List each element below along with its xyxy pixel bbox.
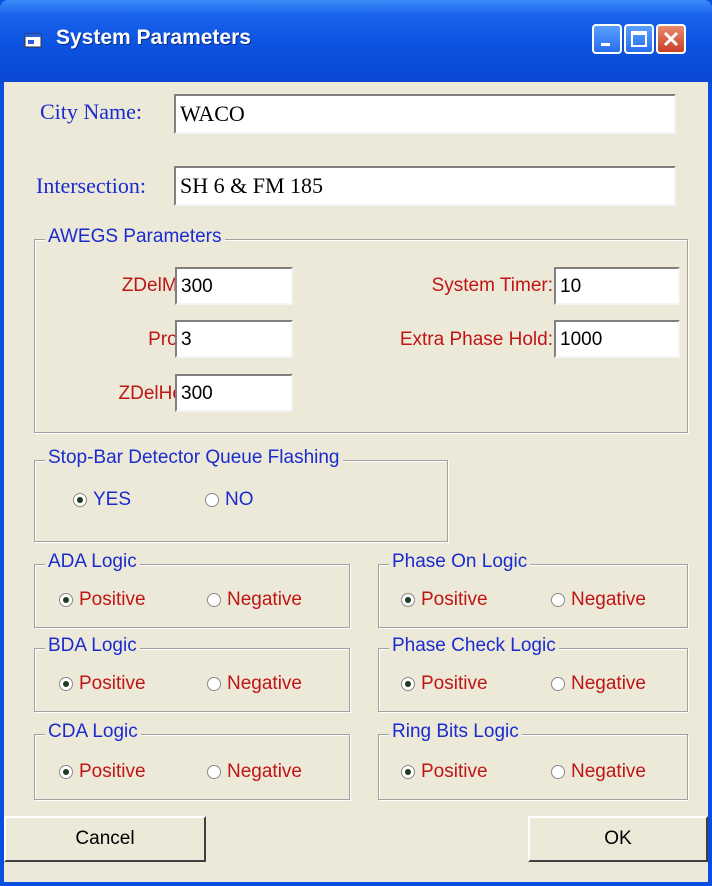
phase-on-negative-radio[interactable]: Negative [551, 589, 646, 611]
ada-positive-radio[interactable]: Positive [59, 589, 146, 611]
radio-unselected-icon [551, 677, 565, 691]
system-timer-label: System Timer: [431, 275, 553, 296]
radio-unselected-icon [207, 677, 221, 691]
stop-bar-yes-radio[interactable]: YES [73, 489, 131, 511]
radio-selected-icon [59, 677, 73, 691]
phase-on-logic-title: Phase On Logic [389, 551, 531, 573]
awegs-parameters-group: AWEGS Parameters ZDelMax: 300 ProbT: 3 Z… [34, 226, 688, 433]
phase-check-logic-group: Phase Check Logic Positive Negative [378, 635, 688, 712]
bda-positive-radio[interactable]: Positive [59, 673, 146, 695]
city-name-label: City Name: [40, 99, 143, 124]
radio-selected-icon [59, 593, 73, 607]
ada-positive-label: Positive [79, 589, 146, 610]
dialog-client-area: City Name: WACO Intersection: SH 6 & FM … [4, 82, 708, 882]
ada-logic-group: ADA Logic Positive Negative [34, 551, 350, 628]
cancel-button[interactable]: Cancel [4, 816, 206, 862]
ring-bits-logic-title: Ring Bits Logic [389, 721, 522, 743]
extra-phase-hold-input[interactable]: 1000 [554, 320, 680, 358]
phase-check-logic-title: Phase Check Logic [389, 635, 559, 657]
phase-check-positive-radio[interactable]: Positive [401, 673, 488, 695]
bda-negative-label: Negative [227, 673, 302, 694]
stop-bar-queue-flashing-group: Stop-Bar Detector Queue Flashing YES NO [34, 447, 448, 542]
ring-bits-positive-label: Positive [421, 761, 488, 782]
bda-positive-label: Positive [79, 673, 146, 694]
cda-negative-radio[interactable]: Negative [207, 761, 302, 783]
close-icon [663, 31, 679, 47]
ring-bits-negative-label: Negative [571, 761, 646, 782]
radio-selected-icon [73, 493, 87, 507]
title-bar[interactable]: System Parameters [0, 0, 712, 82]
radio-unselected-icon [551, 593, 565, 607]
close-button[interactable] [656, 24, 686, 54]
cda-logic-group: CDA Logic Positive Negative [34, 721, 350, 800]
intersection-input[interactable]: SH 6 & FM 185 [174, 166, 676, 206]
phase-check-negative-radio[interactable]: Negative [551, 673, 646, 695]
maximize-icon [631, 31, 647, 47]
bda-negative-radio[interactable]: Negative [207, 673, 302, 695]
extra-phase-hold-label: Extra Phase Hold: [399, 329, 553, 350]
radio-unselected-icon [207, 765, 221, 779]
bda-logic-group: BDA Logic Positive Negative [34, 635, 350, 712]
ring-bits-negative-radio[interactable]: Negative [551, 761, 646, 783]
radio-selected-icon [59, 765, 73, 779]
maximize-button[interactable] [624, 24, 654, 54]
phase-on-logic-group: Phase On Logic Positive Negative [378, 551, 688, 628]
system-timer-input[interactable]: 10 [554, 267, 680, 305]
city-name-input[interactable]: WACO [174, 94, 676, 134]
bda-logic-title: BDA Logic [45, 635, 140, 657]
radio-selected-icon [401, 765, 415, 779]
intersection-label: Intersection: [36, 173, 146, 198]
zdelhold-input[interactable]: 300 [175, 374, 293, 412]
cda-negative-label: Negative [227, 761, 302, 782]
minimize-button[interactable] [592, 24, 622, 54]
ada-logic-title: ADA Logic [45, 551, 140, 573]
radio-unselected-icon [205, 493, 219, 507]
radio-selected-icon [401, 593, 415, 607]
phase-on-negative-label: Negative [571, 589, 646, 610]
minimize-icon [601, 43, 610, 46]
radio-unselected-icon [551, 765, 565, 779]
window-title: System Parameters [56, 26, 251, 49]
radio-unselected-icon [207, 593, 221, 607]
system-parameters-window: System Parameters City Name: WACO Inters… [0, 0, 712, 886]
phase-on-positive-radio[interactable]: Positive [401, 589, 488, 611]
radio-selected-icon [401, 677, 415, 691]
phase-check-negative-label: Negative [571, 673, 646, 694]
ok-button[interactable]: OK [528, 816, 708, 862]
zdelmax-input[interactable]: 300 [175, 267, 293, 305]
phase-check-positive-label: Positive [421, 673, 488, 694]
stop-bar-group-title: Stop-Bar Detector Queue Flashing [45, 447, 343, 469]
stop-bar-no-label: NO [225, 489, 254, 510]
awegs-group-title: AWEGS Parameters [45, 226, 225, 248]
cda-positive-label: Positive [79, 761, 146, 782]
stop-bar-no-radio[interactable]: NO [205, 489, 254, 511]
stop-bar-yes-label: YES [93, 489, 132, 510]
app-icon [24, 33, 42, 48]
ada-negative-radio[interactable]: Negative [207, 589, 302, 611]
cda-positive-radio[interactable]: Positive [59, 761, 146, 783]
ada-negative-label: Negative [227, 589, 302, 610]
cda-logic-title: CDA Logic [45, 721, 141, 743]
ring-bits-logic-group: Ring Bits Logic Positive Negative [378, 721, 688, 800]
probt-input[interactable]: 3 [175, 320, 293, 358]
phase-on-positive-label: Positive [421, 589, 488, 610]
ring-bits-positive-radio[interactable]: Positive [401, 761, 488, 783]
